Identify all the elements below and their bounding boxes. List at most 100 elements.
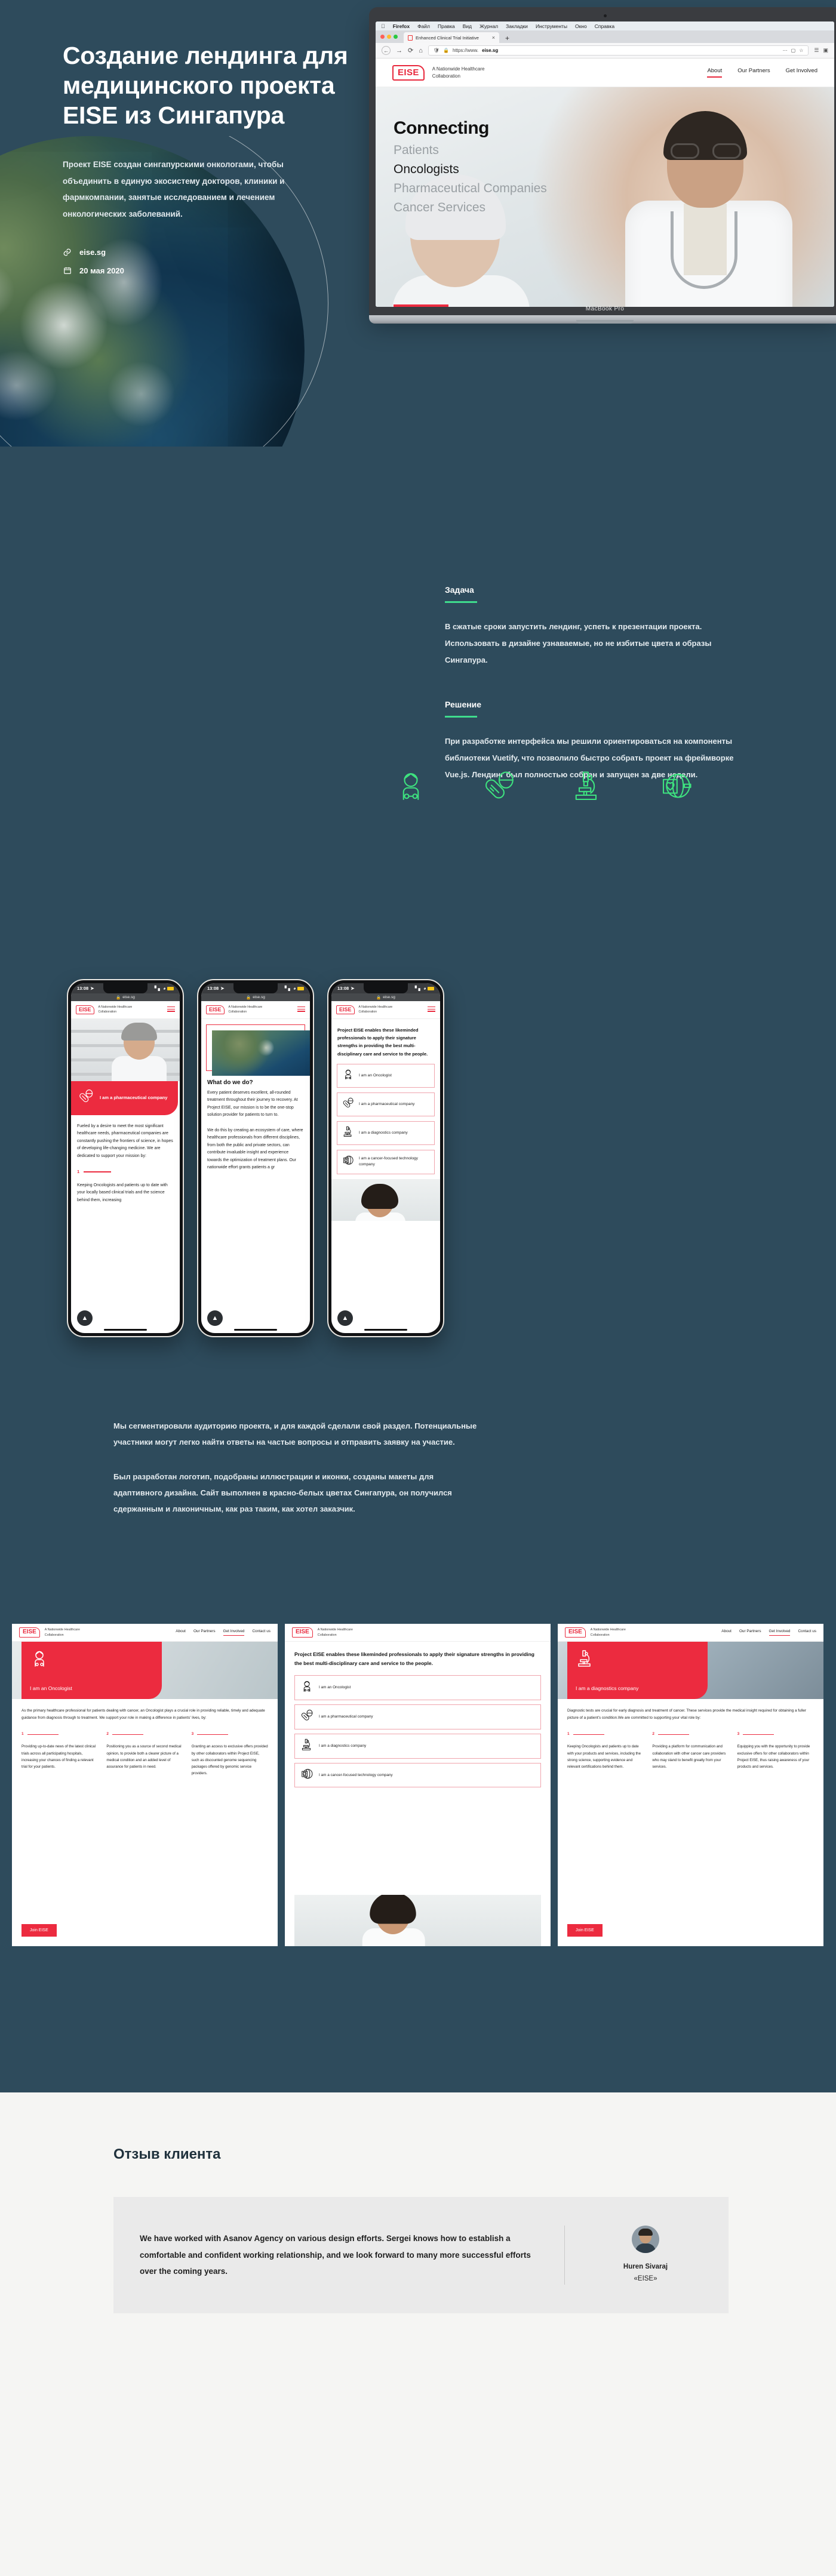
- task-solution-section: Задача В сжатые сроки запустить лендинг,…: [445, 585, 755, 783]
- audience-oncologists[interactable]: Oncologists: [394, 162, 547, 177]
- nav-our-partners[interactable]: Our Partners: [193, 1629, 216, 1636]
- library-icon[interactable]: ☰: [814, 47, 819, 54]
- phone-mockup-3: 13:08 ➤ ▘▖ ◕ 🔒 eise.sg EISE A Nationwide…: [327, 979, 444, 1337]
- phone-status-bar: 13:08 ➤ ▘▖ ◕: [201, 983, 310, 993]
- option-cancer-focused-technology-company[interactable]: I am a cancer-focused technology company: [294, 1762, 541, 1788]
- phone-address-bar[interactable]: 🔒 eise.sg: [201, 993, 310, 1001]
- column-text: Keeping Oncologists and patients up to d…: [567, 1744, 641, 1769]
- audience-patients[interactable]: Patients: [394, 143, 547, 158]
- oncologist-icon: [300, 1680, 314, 1695]
- wifi-icon: ◕: [162, 986, 166, 991]
- window-controls[interactable]: [380, 30, 401, 43]
- eise-logo[interactable]: EISE: [336, 1005, 355, 1015]
- phone-address-bar[interactable]: 🔒 eise.sg: [331, 993, 440, 1001]
- menu-bookmarks[interactable]: Закладки: [506, 23, 528, 29]
- page-actions-icon[interactable]: ⋯: [783, 48, 788, 53]
- nav-our-partners[interactable]: Our Partners: [737, 67, 770, 78]
- option-oncologist[interactable]: I am an Oncologist: [294, 1675, 541, 1700]
- eise-logo[interactable]: EISE: [565, 1627, 586, 1638]
- project-link-row[interactable]: eise.sg: [63, 248, 349, 257]
- phone-role-banner[interactable]: I am a pharmaceutical company: [71, 1081, 178, 1115]
- card-header: EISE A Nationwide Healthcare Collaborati…: [12, 1624, 278, 1642]
- reader-mode-icon[interactable]: ▢: [791, 48, 796, 53]
- nav-contact-us[interactable]: Contact us: [798, 1629, 816, 1636]
- menu-view[interactable]: Вид: [463, 23, 472, 29]
- hamburger-menu-icon[interactable]: [428, 1006, 435, 1014]
- option-pharmaceutical-company[interactable]: I am a pharmaceutical company: [337, 1092, 435, 1117]
- cancer-tech-icon: [342, 1155, 354, 1169]
- new-tab-button[interactable]: +: [502, 34, 513, 43]
- phone-address-bar[interactable]: 🔒 eise.sg: [71, 993, 180, 1001]
- browser-tab[interactable]: Enhanced Clinical Trial Initiative ×: [404, 32, 499, 43]
- close-icon[interactable]: ×: [492, 35, 495, 41]
- minimize-window-button[interactable]: [387, 35, 391, 39]
- menu-file[interactable]: Файл: [417, 23, 430, 29]
- audience-cancer-services[interactable]: Cancer Services: [394, 201, 547, 215]
- nav-about[interactable]: About: [707, 67, 723, 78]
- reload-icon[interactable]: ⟳: [408, 47, 413, 54]
- join-eise-button[interactable]: Join EISE: [567, 1924, 603, 1937]
- status-time: 13:08: [77, 986, 89, 991]
- menu-firefox[interactable]: Firefox: [393, 23, 410, 29]
- scroll-to-top-button[interactable]: ▲: [77, 1310, 93, 1326]
- scroll-to-top-button[interactable]: ▲: [207, 1310, 223, 1326]
- singapore-map-image: [212, 1030, 310, 1076]
- forward-icon[interactable]: →: [396, 47, 402, 54]
- location-arrow-icon: ➤: [90, 986, 94, 991]
- menu-help[interactable]: Справка: [595, 23, 614, 29]
- maximize-window-button[interactable]: [394, 35, 398, 39]
- menu-edit[interactable]: Правка: [438, 23, 455, 29]
- address-bar[interactable]: 🛡 🔒 https://www. eise.sg ⋯ ▢ ☆: [428, 45, 809, 56]
- option-label: I am a cancer-focused technology company: [359, 1156, 418, 1167]
- nav-get-involved[interactable]: Get Involved: [223, 1629, 245, 1636]
- phone-paragraph: Fueled by a desire to meet the most sign…: [77, 1124, 173, 1158]
- eise-logo[interactable]: EISE: [392, 64, 425, 81]
- menu-history[interactable]: Журнал: [480, 23, 498, 29]
- site-headline: Connecting: [394, 118, 489, 138]
- site-tagline-line2: Collaboration: [44, 1633, 64, 1637]
- card-role-banner[interactable]: I am an Oncologist: [21, 1642, 162, 1699]
- menu-tools[interactable]: Инструменты: [536, 23, 567, 29]
- option-diagnostics-company[interactable]: I am a diagnostics company: [337, 1121, 435, 1146]
- nav-get-involved[interactable]: Get Involved: [786, 67, 817, 78]
- scroll-to-top-button[interactable]: ▲: [337, 1310, 353, 1326]
- sidebar-icon[interactable]: ▣: [823, 47, 828, 54]
- option-cancer-focused-technology-company[interactable]: I am a cancer-focused technology company: [337, 1150, 435, 1174]
- card-role-banner[interactable]: I am a diagnostics company: [567, 1642, 708, 1699]
- option-diagnostics-company[interactable]: I am a diagnostics company: [294, 1733, 541, 1759]
- nav-get-involved[interactable]: Get Involved: [769, 1629, 791, 1636]
- join-eise-button[interactable]: Join EISE: [21, 1924, 57, 1937]
- eise-logo[interactable]: EISE: [292, 1627, 313, 1638]
- home-icon[interactable]: ⌂: [419, 47, 423, 54]
- option-pharmaceutical-company[interactable]: I am a pharmaceutical company: [294, 1704, 541, 1729]
- mid-copy-paragraph-1: Мы сегментировали аудиторию проекта, и д…: [113, 1421, 477, 1447]
- eise-logo[interactable]: EISE: [76, 1005, 94, 1015]
- menu-window[interactable]: Окно: [575, 23, 587, 29]
- lock-icon: 🔒: [376, 995, 382, 1000]
- site-hero-copy: Connecting Patients Oncologists Pharmace…: [394, 118, 547, 215]
- eise-logo[interactable]: EISE: [19, 1627, 40, 1638]
- nav-our-partners[interactable]: Our Partners: [739, 1629, 761, 1636]
- site-tagline-line2: Collaboration: [358, 1010, 377, 1014]
- phone-site-header: EISE A Nationwide Healthcare Collaborati…: [201, 1001, 310, 1019]
- shield-icon: 🛡: [433, 48, 440, 53]
- back-icon[interactable]: ←: [382, 46, 391, 55]
- site-tagline-line2: Collaboration: [590, 1633, 610, 1637]
- audience-pharma[interactable]: Pharmaceutical Companies: [394, 181, 547, 196]
- bookmark-star-icon[interactable]: ☆: [799, 48, 803, 53]
- hamburger-menu-icon[interactable]: [167, 1006, 175, 1014]
- nav-about[interactable]: About: [721, 1629, 732, 1636]
- column-text: Providing up-to-date news of the latest …: [21, 1744, 96, 1769]
- nav-about[interactable]: About: [176, 1629, 186, 1636]
- hamburger-menu-icon[interactable]: [297, 1006, 305, 1014]
- option-oncologist[interactable]: I am an Oncologist: [337, 1063, 435, 1088]
- card-columns: 1 Keeping Oncologists and patients up to…: [558, 1731, 823, 1770]
- battery-icon: [167, 986, 174, 990]
- close-window-button[interactable]: [380, 35, 385, 39]
- eise-logo[interactable]: EISE: [206, 1005, 225, 1015]
- calendar-icon: [63, 266, 72, 275]
- nav-contact-us[interactable]: Contact us: [252, 1629, 271, 1636]
- testimonial-author-name: Huren Sivaraj: [623, 2263, 668, 2270]
- site-tagline: A Nationwide Healthcare Collaboration: [229, 1005, 263, 1015]
- column-text: Positioning you as a source of second me…: [106, 1744, 182, 1769]
